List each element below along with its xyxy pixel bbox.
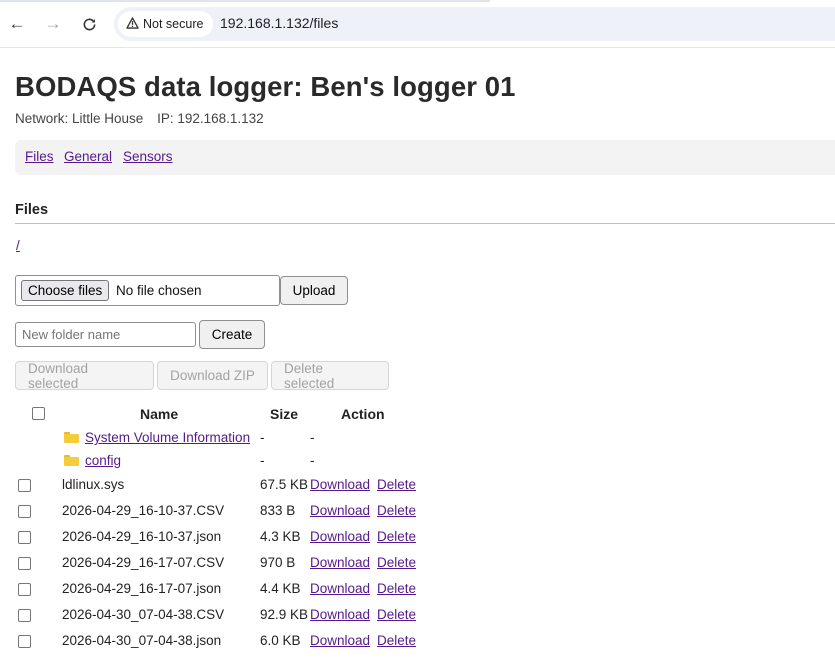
folder-action: -	[310, 430, 315, 445]
file-name: 2026-04-29_16-17-07.CSV	[62, 555, 225, 570]
file-size: 833 B	[260, 503, 296, 518]
file-size: 6.0 KB	[260, 633, 301, 648]
file-checkbox[interactable]	[18, 583, 31, 596]
nav-general-link[interactable]: General	[64, 149, 112, 164]
files-section-title: Files	[15, 202, 49, 218]
forward-arrow-icon[interactable]: →	[39, 10, 67, 38]
url-text[interactable]: 192.168.1.132/files	[220, 15, 338, 31]
download-link[interactable]: Download	[310, 607, 370, 622]
folder-icon	[64, 432, 79, 443]
download-link[interactable]: Download	[310, 477, 370, 492]
top-nav: Files General Sensors	[15, 140, 835, 175]
no-file-chosen-text: No file chosen	[116, 283, 202, 298]
download-link[interactable]: Download	[310, 581, 370, 596]
column-header-name: Name	[140, 406, 179, 422]
file-size: 67.5 KB	[260, 477, 309, 492]
folder-name-link[interactable]: config	[85, 453, 121, 468]
select-all-checkbox[interactable]	[32, 407, 45, 420]
choose-files-button[interactable]: Choose files	[21, 280, 110, 301]
network-info: Network: Little House IP: 192.168.1.132	[15, 111, 264, 126]
delete-link[interactable]: Delete	[377, 607, 416, 622]
ip-address: IP: 192.168.1.132	[157, 111, 264, 126]
delete-link[interactable]: Delete	[377, 503, 416, 518]
file-name: 2026-04-30_07-04-38.CSV	[62, 607, 225, 622]
back-arrow-icon[interactable]: ←	[3, 10, 31, 38]
file-size: 92.9 KB	[260, 607, 309, 622]
column-header-action: Action	[341, 406, 385, 422]
file-checkbox[interactable]	[18, 531, 31, 544]
file-checkbox[interactable]	[18, 609, 31, 622]
folder-size: -	[260, 430, 265, 445]
file-name: 2026-04-29_16-17-07.json	[62, 581, 222, 596]
security-indicator[interactable]: Not secure	[118, 11, 214, 37]
folder-icon	[64, 455, 79, 466]
folder-name-link[interactable]: System Volume Information	[85, 430, 250, 445]
reload-icon[interactable]	[75, 10, 103, 38]
tab-strip-edge	[0, 0, 835, 2]
column-header-size: Size	[270, 406, 299, 422]
download-link[interactable]: Download	[310, 529, 370, 544]
folder-size: -	[260, 453, 265, 468]
file-checkbox[interactable]	[18, 557, 31, 570]
file-checkbox[interactable]	[18, 479, 31, 492]
file-checkbox[interactable]	[18, 635, 31, 648]
file-size: 4.4 KB	[260, 581, 301, 596]
download-selected-button[interactable]: Download selected	[15, 361, 154, 391]
folder-action: -	[310, 453, 315, 468]
download-link[interactable]: Download	[310, 555, 370, 570]
network-name: Network: Little House	[15, 111, 144, 126]
delete-link[interactable]: Delete	[377, 555, 416, 570]
download-link[interactable]: Download	[310, 633, 370, 648]
new-folder-input[interactable]	[15, 322, 196, 347]
nav-files-link[interactable]: Files	[25, 149, 54, 164]
download-link[interactable]: Download	[310, 503, 370, 518]
file-size: 4.3 KB	[260, 529, 301, 544]
file-size: 970 B	[260, 555, 296, 570]
section-divider	[15, 223, 835, 224]
browser-toolbar: ← → Not secure 192.168.1.132/files	[0, 0, 835, 48]
warning-triangle-icon	[126, 16, 139, 32]
file-name: 2026-04-30_07-04-38.json	[62, 633, 222, 648]
file-chooser[interactable]: Choose files No file chosen	[15, 275, 280, 306]
file-name: 2026-04-29_16-10-37.CSV	[62, 503, 225, 518]
delete-selected-button[interactable]: Delete selected	[271, 361, 389, 391]
file-name: 2026-04-29_16-10-37.json	[62, 529, 222, 544]
page-title: BODAQS data logger: Ben's logger 01	[15, 71, 516, 102]
delete-link[interactable]: Delete	[377, 581, 416, 596]
upload-button[interactable]: Upload	[280, 276, 348, 305]
breadcrumb-root-link[interactable]: /	[16, 238, 20, 253]
delete-link[interactable]: Delete	[377, 477, 416, 492]
create-folder-button[interactable]: Create	[199, 320, 265, 349]
address-bar[interactable]: Not secure 192.168.1.132/files	[114, 7, 835, 41]
delete-link[interactable]: Delete	[377, 633, 416, 648]
download-zip-button[interactable]: Download ZIP	[157, 361, 268, 390]
file-checkbox[interactable]	[18, 505, 31, 518]
file-name: ldlinux.sys	[62, 477, 125, 492]
delete-link[interactable]: Delete	[377, 529, 416, 544]
nav-sensors-link[interactable]: Sensors	[123, 149, 173, 164]
security-label: Not secure	[143, 17, 204, 31]
